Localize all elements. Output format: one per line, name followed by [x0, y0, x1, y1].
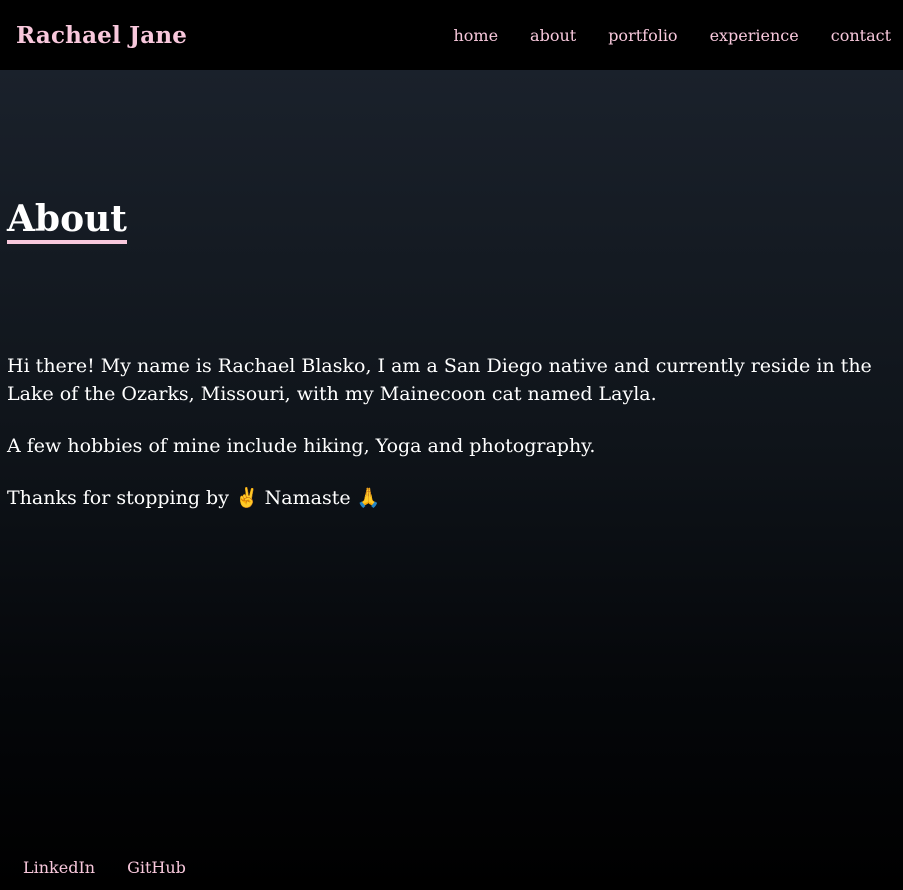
- about-content: Hi there! My name is Rachael Blasko, I a…: [7, 352, 897, 536]
- about-paragraph-intro: Hi there! My name is Rachael Blasko, I a…: [7, 355, 872, 405]
- nav-links: home about portfolio experience contact: [421, 26, 891, 45]
- footer-link-linkedin[interactable]: LinkedIn: [23, 858, 95, 877]
- nav-link-portfolio[interactable]: portfolio: [608, 26, 677, 45]
- nav-link-experience[interactable]: experience: [710, 26, 799, 45]
- about-paragraph-hobbies: A few hobbies of mine include hiking, Yo…: [7, 435, 596, 457]
- nav-link-contact[interactable]: contact: [831, 26, 891, 45]
- brand-logo-text[interactable]: Rachael Jane: [16, 22, 187, 49]
- nav-link-home[interactable]: home: [453, 26, 498, 45]
- page-title: About: [7, 198, 127, 244]
- about-paragraph-thanks: Thanks for stopping by ✌️ Namaste 🙏: [7, 487, 381, 509]
- about-section: About Hi there! My name is Rachael Blask…: [0, 70, 903, 890]
- heading-wrapper: About: [7, 198, 127, 244]
- footer-link-github[interactable]: GitHub: [127, 858, 186, 877]
- top-navbar: Rachael Jane home about portfolio experi…: [0, 0, 903, 70]
- nav-link-about[interactable]: about: [530, 26, 576, 45]
- footer: LinkedIn GitHub: [0, 852, 903, 882]
